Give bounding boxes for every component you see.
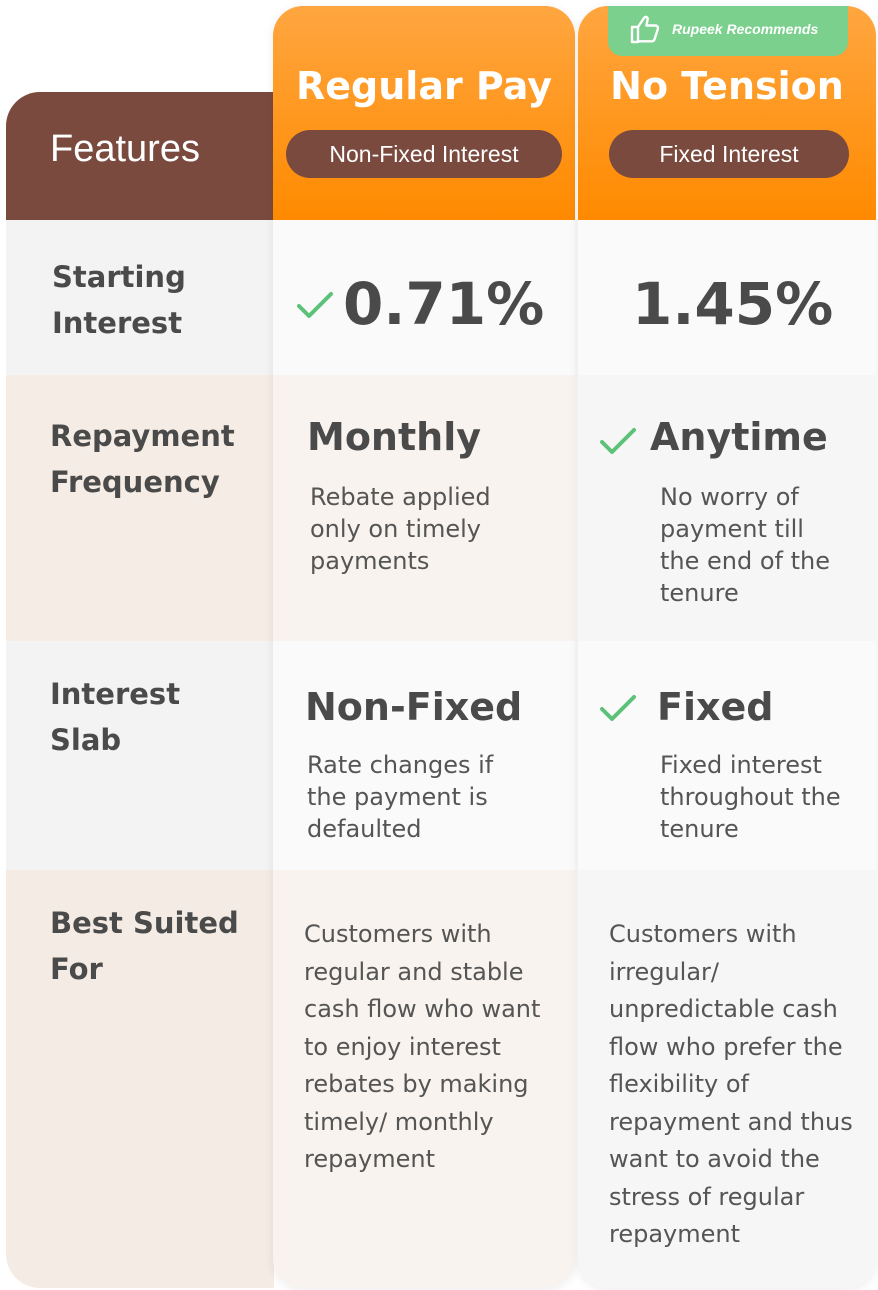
starting-interest-cell: 0.71% <box>273 220 575 375</box>
plan-header: Rupeek Recommends No Tension Fixed Inter… <box>578 6 876 220</box>
feature-row-best-suited-for: Best Suited For <box>6 870 274 1288</box>
check-icon <box>600 695 636 721</box>
repayment-title: Anytime <box>650 415 828 459</box>
repayment-description: No worry of payment till the end of the … <box>660 483 831 607</box>
repayment-title: Monthly <box>307 415 481 459</box>
check-icon <box>297 292 333 318</box>
interest-slab-cell: Fixed Fixed interest throughout the tenu… <box>578 641 876 870</box>
slab-title: Fixed <box>657 685 774 729</box>
feature-row-repayment-frequency: Repayment Frequency <box>6 375 274 641</box>
interest-type-pill: Fixed Interest <box>609 130 849 178</box>
features-header-label: Features <box>50 128 200 170</box>
recommended-badge-label: Rupeek Recommends <box>672 21 819 37</box>
check-icon <box>600 428 636 454</box>
feature-label: Starting Interest <box>52 260 186 340</box>
slab-description: Fixed interest throughout the tenure <box>660 751 841 843</box>
slab-title: Non-Fixed <box>305 685 523 729</box>
feature-row-interest-slab: Interest Slab <box>6 641 274 870</box>
slab-description: Rate changes if the payment is defaulted <box>307 751 494 843</box>
feature-label: Interest Slab <box>50 677 181 757</box>
thumbs-up-icon <box>630 15 660 44</box>
starting-interest-value: 1.45% <box>632 270 834 338</box>
best-suited-cell: Customers with regular and stable cash f… <box>273 870 575 1288</box>
recommended-badge: Rupeek Recommends <box>608 6 848 56</box>
starting-interest-cell: 1.45% <box>578 220 876 375</box>
best-suited-description: Customers with irregular/ unpredictable … <box>609 920 853 1248</box>
plan-column-regular-pay: Regular Pay Non-Fixed Interest 0.71% Mon… <box>273 6 575 1288</box>
repayment-frequency-cell: Anytime No worry of payment till the end… <box>578 375 876 641</box>
plan-header: Regular Pay Non-Fixed Interest <box>273 6 575 220</box>
repayment-description: Rebate applied only on timely payments <box>310 483 491 575</box>
feature-label: Repayment Frequency <box>50 419 235 499</box>
plan-column-no-tension: Rupeek Recommends No Tension Fixed Inter… <box>578 6 876 1288</box>
interest-slab-cell: Non-Fixed Rate changes if the payment is… <box>273 641 575 870</box>
feature-label: Best Suited For <box>50 906 239 986</box>
feature-row-starting-interest: Starting Interest <box>6 220 274 375</box>
features-header: Features <box>6 92 274 220</box>
features-column: Features Starting Interest Repayment Fre… <box>6 92 274 1288</box>
best-suited-description: Customers with regular and stable cash f… <box>304 920 541 1173</box>
interest-type-pill: Non-Fixed Interest <box>286 130 562 178</box>
plan-title: Regular Pay <box>296 64 552 108</box>
plan-title: No Tension <box>610 64 844 108</box>
starting-interest-value: 0.71% <box>343 270 545 338</box>
repayment-frequency-cell: Monthly Rebate applied only on timely pa… <box>273 375 575 641</box>
best-suited-cell: Customers with irregular/ unpredictable … <box>578 870 876 1288</box>
